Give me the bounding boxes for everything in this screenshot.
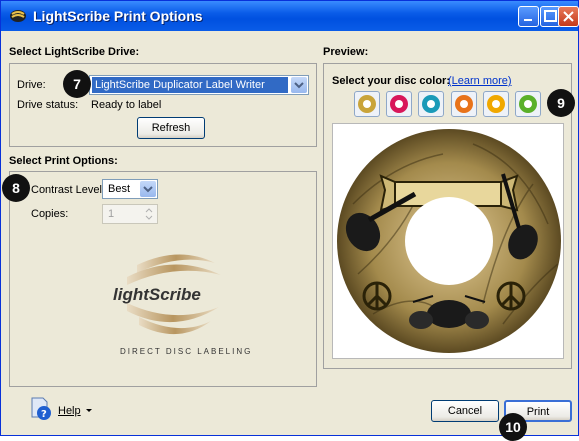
chevron-down-icon[interactable] xyxy=(291,77,307,93)
copies-value: 1 xyxy=(108,208,115,220)
disc-icon xyxy=(422,95,440,113)
contrast-level-select[interactable]: Best xyxy=(102,179,158,199)
disc-icon xyxy=(455,95,473,113)
disc-preview-area xyxy=(332,123,564,359)
contrast-level-value: Best xyxy=(108,183,131,195)
close-icon xyxy=(563,11,574,22)
annotation-badge-8: 8 xyxy=(2,174,30,202)
close-button[interactable] xyxy=(558,6,579,27)
disc-label-preview xyxy=(337,129,561,353)
copies-stepper[interactable]: 1 xyxy=(102,204,158,224)
annotation-badge-9: 9 xyxy=(547,89,575,117)
annotation-badge-10: 10 xyxy=(499,413,527,441)
print-options-heading: Select Print Options: xyxy=(9,155,118,167)
svg-text:?: ? xyxy=(41,409,47,420)
drive-section-heading: Select LightScribe Drive: xyxy=(9,46,140,58)
drive-label: Drive: xyxy=(17,79,46,91)
disc-color-yellow[interactable] xyxy=(483,91,509,117)
print-options-window: LightScribe Print Options Select LightSc… xyxy=(0,0,579,441)
drive-status-label: Drive status: xyxy=(17,99,79,111)
logo-tagline: DIRECT DISC LABELING xyxy=(120,347,253,356)
minimize-button[interactable] xyxy=(518,6,539,27)
preview-heading: Preview: xyxy=(323,46,369,58)
drive-select-value: LightScribe Duplicator Label Writer xyxy=(92,77,288,93)
dropdown-arrow-icon[interactable] xyxy=(85,407,93,415)
disc-color-magenta[interactable] xyxy=(386,91,412,117)
disc-icon xyxy=(358,95,376,113)
disc-color-gold[interactable] xyxy=(354,91,380,117)
annotation-badge-7: 7 xyxy=(63,70,91,98)
disc-color-orange[interactable] xyxy=(451,91,477,117)
disc-icon xyxy=(487,95,505,113)
drive-select[interactable]: LightScribe Duplicator Label Writer xyxy=(89,75,309,95)
disc-color-green[interactable] xyxy=(515,91,541,117)
lightscribe-app-icon xyxy=(10,10,26,22)
cancel-button[interactable]: Cancel xyxy=(431,400,499,422)
window-title: LightScribe Print Options xyxy=(33,8,203,24)
refresh-button[interactable]: Refresh xyxy=(137,117,205,139)
disc-icon xyxy=(390,95,408,113)
disc-icon xyxy=(519,95,537,113)
disc-color-teal[interactable] xyxy=(418,91,444,117)
spinner-arrows-icon[interactable] xyxy=(143,207,155,221)
minimize-icon xyxy=(524,19,532,21)
logo-wordmark: lightScribe xyxy=(113,285,201,304)
disc-color-label: Select your disc color: xyxy=(332,75,450,87)
title-bar[interactable]: LightScribe Print Options xyxy=(1,1,579,31)
chevron-down-icon[interactable] xyxy=(140,181,156,197)
drive-status-value: Ready to label xyxy=(91,99,162,111)
copies-label: Copies: xyxy=(31,208,69,220)
help-icon[interactable]: ? xyxy=(29,395,53,421)
contrast-level-label: Contrast Level: xyxy=(31,184,105,196)
help-menu-label[interactable]: Help xyxy=(58,405,81,417)
learn-more-link[interactable]: (Learn more) xyxy=(448,75,512,87)
